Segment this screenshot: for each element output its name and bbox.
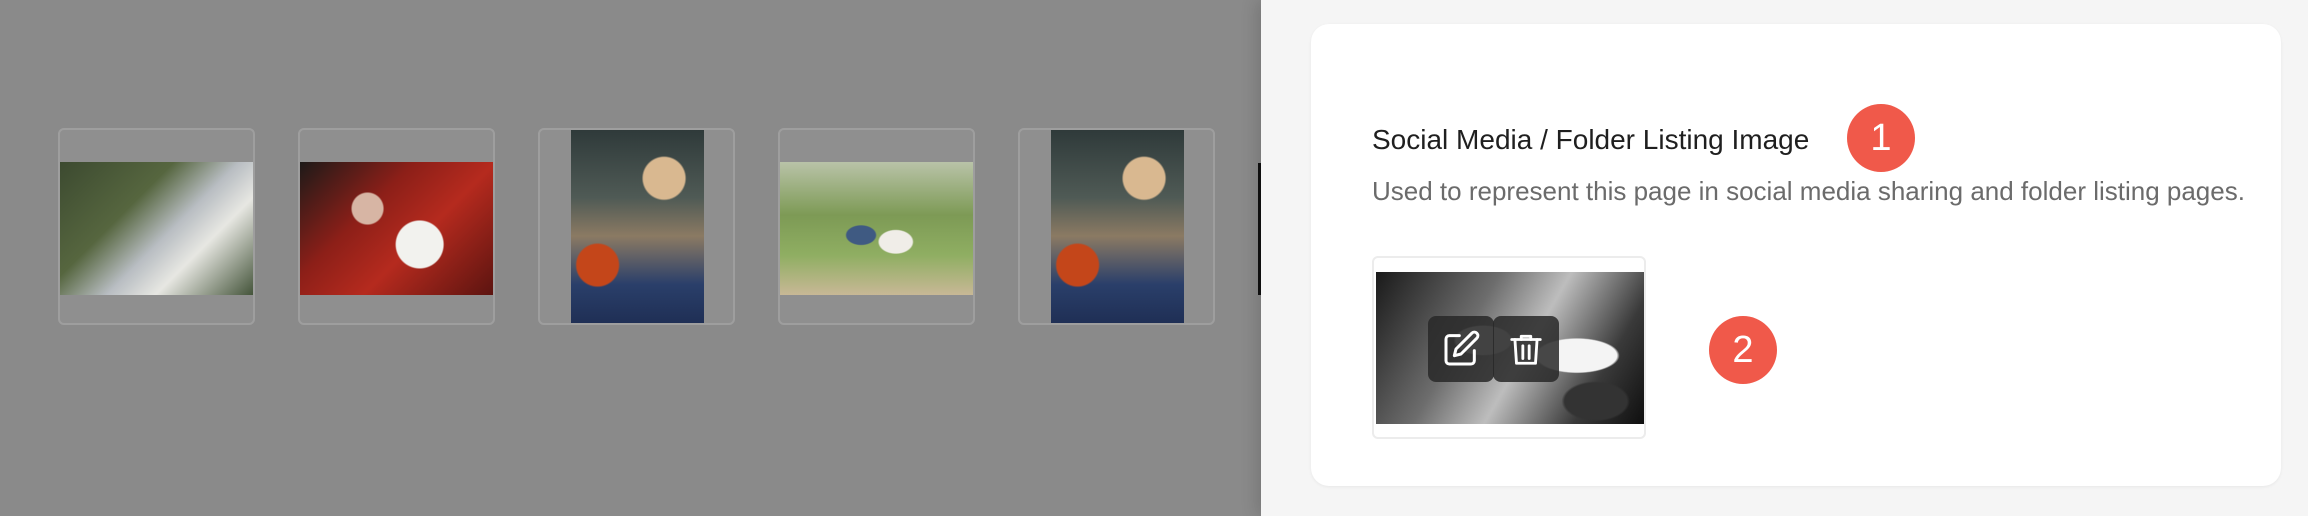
thumbnail-image — [1051, 130, 1184, 323]
gallery-thumbnail[interactable] — [58, 128, 255, 325]
gallery-backdrop — [0, 0, 1261, 516]
gallery-thumbnail[interactable] — [538, 128, 735, 325]
thumbnail-image — [60, 162, 253, 295]
settings-panel: Social Media / Folder Listing Image Used… — [1261, 0, 2308, 516]
annotation-badge-1: 1 — [1847, 104, 1915, 172]
section-description: Used to represent this page in social me… — [1372, 176, 2245, 206]
thumbnail-image — [571, 130, 704, 323]
thumbnail-image — [780, 162, 973, 295]
delete-image-button[interactable] — [1493, 316, 1559, 382]
social-image-card: Social Media / Folder Listing Image Used… — [1311, 24, 2281, 486]
gallery-thumbnail[interactable] — [298, 128, 495, 325]
annotation-badge-2: 2 — [1709, 316, 1777, 384]
section-title: Social Media / Folder Listing Image — [1372, 124, 1810, 155]
trash-icon — [1510, 334, 1542, 365]
pencil-square-icon — [1444, 330, 1480, 366]
edit-image-button[interactable] — [1428, 316, 1494, 382]
thumbnail-image — [300, 162, 493, 295]
gallery-thumbnail[interactable] — [778, 128, 975, 325]
gallery-thumbnail[interactable] — [1018, 128, 1215, 325]
